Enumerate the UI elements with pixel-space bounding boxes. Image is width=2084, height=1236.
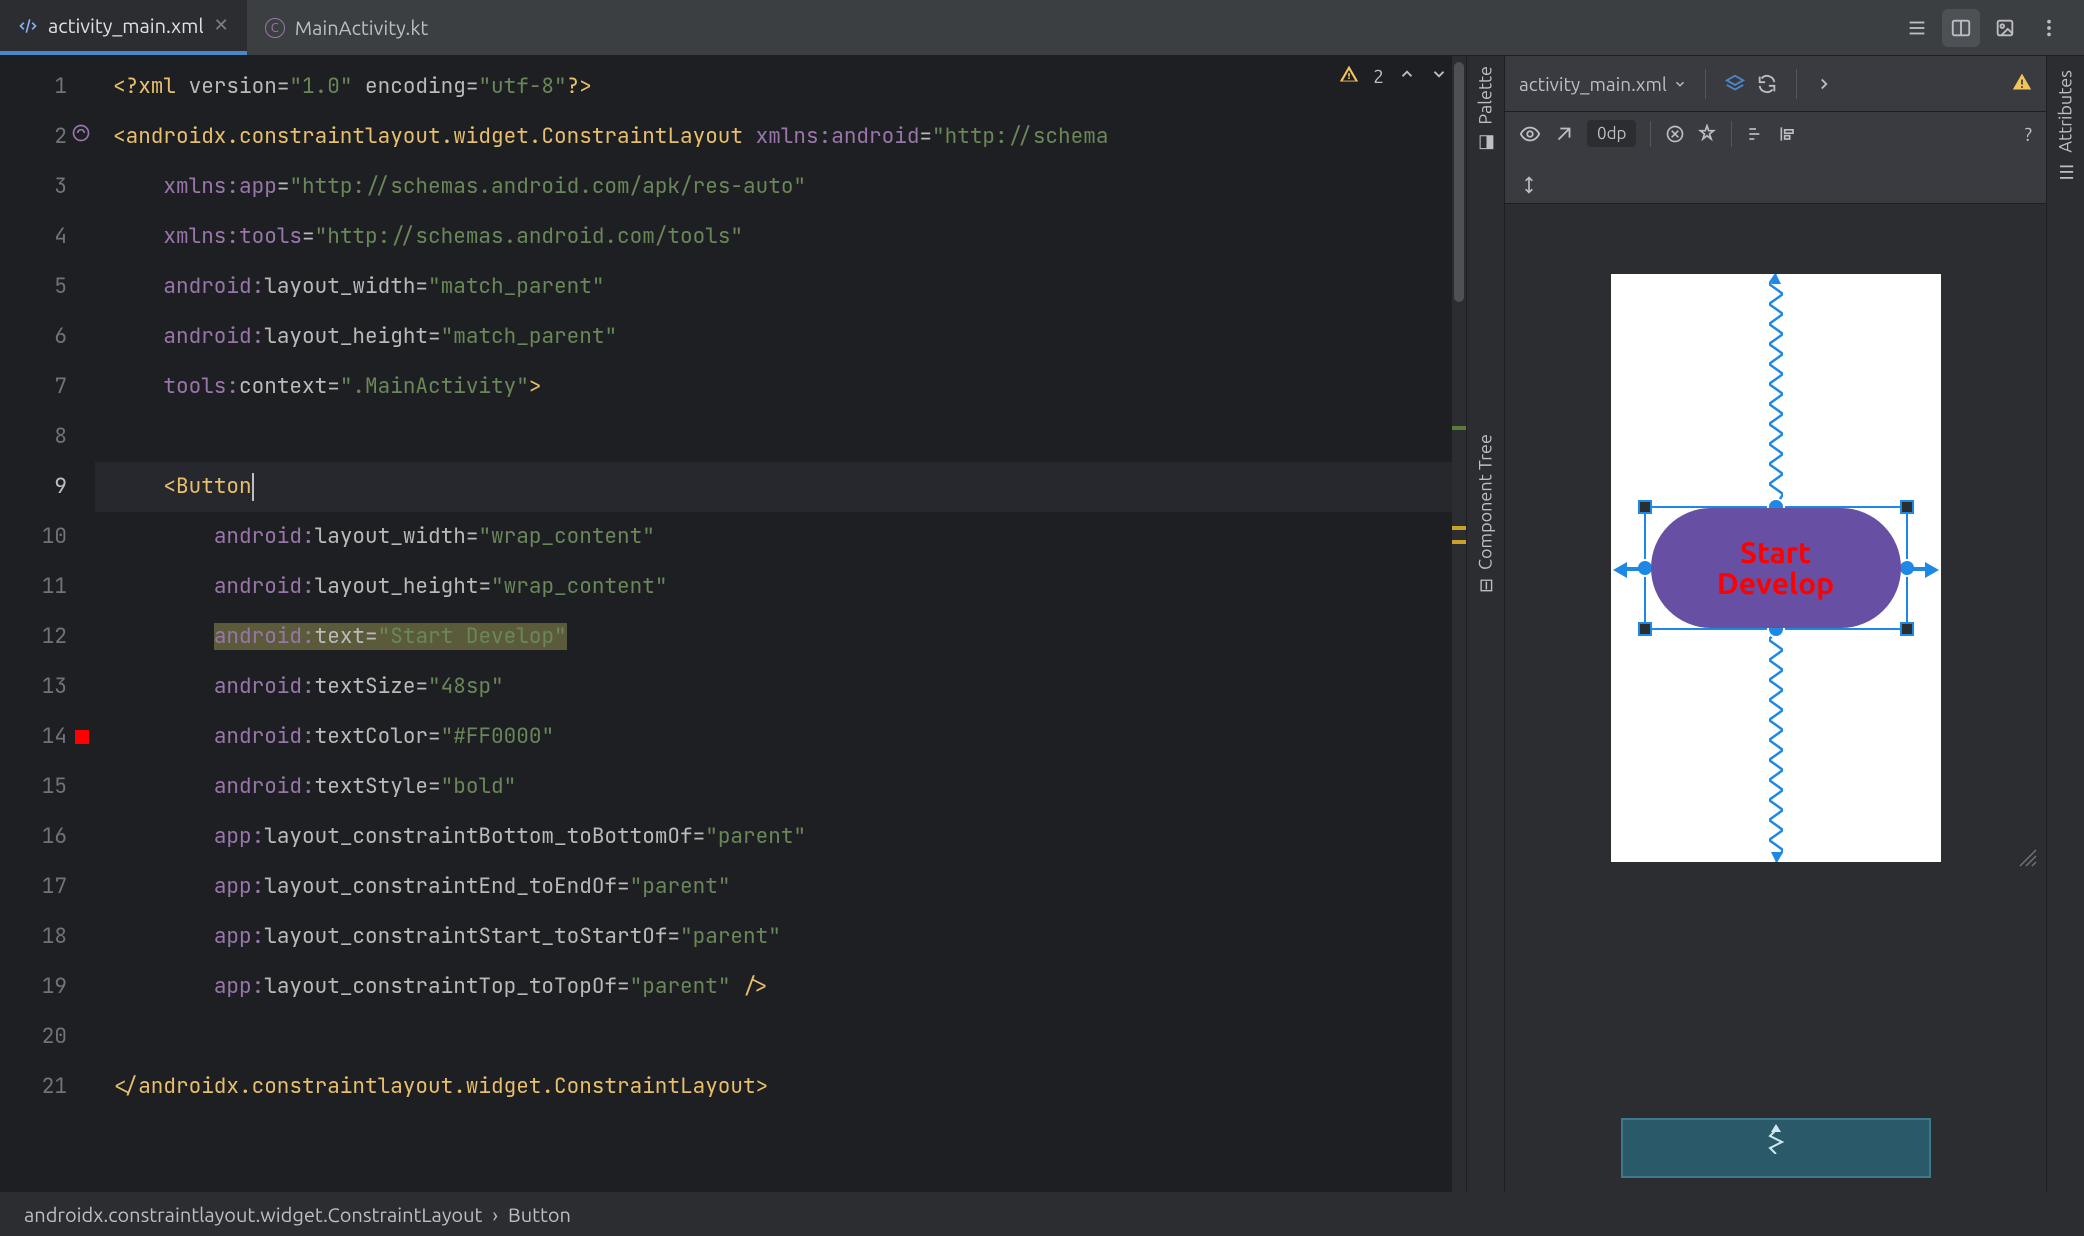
constraint-spring-top bbox=[1769, 274, 1783, 506]
pack-icon[interactable] bbox=[1746, 124, 1766, 144]
preview-button[interactable]: Start Develop bbox=[1651, 508, 1901, 628]
more-menu-icon[interactable] bbox=[2030, 9, 2068, 47]
breadcrumb-item[interactable]: androidx.constraintlayout.widget.Constra… bbox=[24, 1203, 482, 1226]
breadcrumb-item[interactable]: Button bbox=[508, 1203, 571, 1226]
design-view-icon[interactable] bbox=[1986, 9, 2024, 47]
xml-file-icon bbox=[18, 16, 38, 36]
autoconnect-icon[interactable] bbox=[1553, 123, 1575, 145]
line-gutter[interactable]: 1 2 3 4 5 6 7 8 9💡 10 11 12 13 14 15 16 bbox=[0, 56, 95, 1192]
tab-label: activity_main.xml bbox=[48, 14, 204, 37]
color-swatch-icon[interactable] bbox=[75, 730, 89, 744]
chevron-down-icon bbox=[1673, 73, 1687, 95]
sliders-icon: ☰ bbox=[2055, 161, 2076, 182]
scroll-marker bbox=[1452, 526, 1466, 530]
code-view-icon[interactable] bbox=[1898, 9, 1936, 47]
palette-tab[interactable]: ◧ Palette bbox=[1475, 66, 1496, 154]
design-header: activity_main.xml bbox=[1505, 56, 2046, 112]
device-frame[interactable]: Start Develop bbox=[1611, 274, 1941, 862]
blueprint-strip[interactable] bbox=[1621, 1118, 1931, 1178]
design-surface-icon[interactable] bbox=[1724, 73, 1746, 95]
constraint-arrow-right bbox=[1925, 562, 1939, 578]
tab-bar: activity_main.xml ✕ C MainActivity.kt bbox=[0, 0, 2084, 56]
tool-window-stripe: ◧ Palette ⊟ Component Tree bbox=[1466, 56, 1504, 1192]
scroll-marker bbox=[1452, 540, 1466, 544]
help-icon[interactable]: ? bbox=[2025, 123, 2032, 145]
layout-preview-pane: activity_main.xml 0dp bbox=[1504, 56, 2084, 1192]
resize-handle-nw[interactable] bbox=[1638, 500, 1652, 514]
design-toolbar: 0dp ? bbox=[1505, 112, 2046, 204]
resize-handle-se[interactable] bbox=[1900, 622, 1914, 636]
resize-handle-sw[interactable] bbox=[1638, 622, 1652, 636]
view-options-icon[interactable] bbox=[1519, 123, 1541, 145]
palette-icon: ◧ bbox=[1475, 133, 1496, 154]
tab-main-activity[interactable]: C MainActivity.kt bbox=[247, 0, 447, 55]
clear-constraints-icon[interactable] bbox=[1665, 124, 1685, 144]
infer-constraints-icon[interactable] bbox=[1697, 124, 1717, 144]
orientation-icon[interactable] bbox=[1756, 73, 1778, 95]
split-view-icon[interactable] bbox=[1942, 9, 1980, 47]
tab-label: MainActivity.kt bbox=[295, 16, 429, 39]
attributes-rail: ☰ Attributes bbox=[2046, 56, 2084, 1192]
constraint-spring-bottom bbox=[1769, 630, 1783, 862]
breadcrumb-separator: › bbox=[492, 1203, 498, 1226]
tree-icon: ⊟ bbox=[1475, 577, 1496, 592]
scrollbar-thumb[interactable] bbox=[1454, 62, 1464, 302]
editor-scrollbar[interactable] bbox=[1452, 56, 1466, 1192]
default-margin[interactable]: 0dp bbox=[1587, 120, 1636, 147]
resize-handle-ne[interactable] bbox=[1900, 500, 1914, 514]
kotlin-class-icon: C bbox=[265, 18, 285, 38]
component-tree-tab[interactable]: ⊟ Component Tree bbox=[1475, 434, 1496, 593]
warning-icon[interactable] bbox=[2012, 72, 2032, 96]
close-icon[interactable]: ✕ bbox=[214, 15, 229, 36]
guidelines-icon[interactable] bbox=[1519, 175, 1539, 195]
breadcrumb[interactable]: androidx.constraintlayout.widget.Constra… bbox=[0, 1192, 2084, 1236]
design-file-selector[interactable]: activity_main.xml bbox=[1519, 73, 1687, 95]
chevron-right-icon[interactable] bbox=[1815, 75, 1833, 93]
related-file-icon[interactable] bbox=[71, 112, 91, 162]
scroll-marker bbox=[1452, 426, 1466, 430]
attributes-tab[interactable]: ☰ Attributes bbox=[2055, 70, 2076, 182]
code-content[interactable]: <?xml version="1.0" encoding="utf-8"?> <… bbox=[95, 56, 1466, 1192]
code-editor[interactable]: 2 1 2 3 4 5 6 7 8 9💡 bbox=[0, 56, 1466, 1192]
canvas-resize-icon[interactable] bbox=[2014, 844, 2038, 1184]
design-canvas[interactable]: Start Develop bbox=[1505, 204, 2046, 1192]
editor-view-tools bbox=[1898, 9, 2084, 47]
tab-activity-main[interactable]: activity_main.xml ✕ bbox=[0, 0, 247, 55]
align-icon[interactable] bbox=[1778, 124, 1798, 144]
text-caret bbox=[252, 473, 254, 501]
